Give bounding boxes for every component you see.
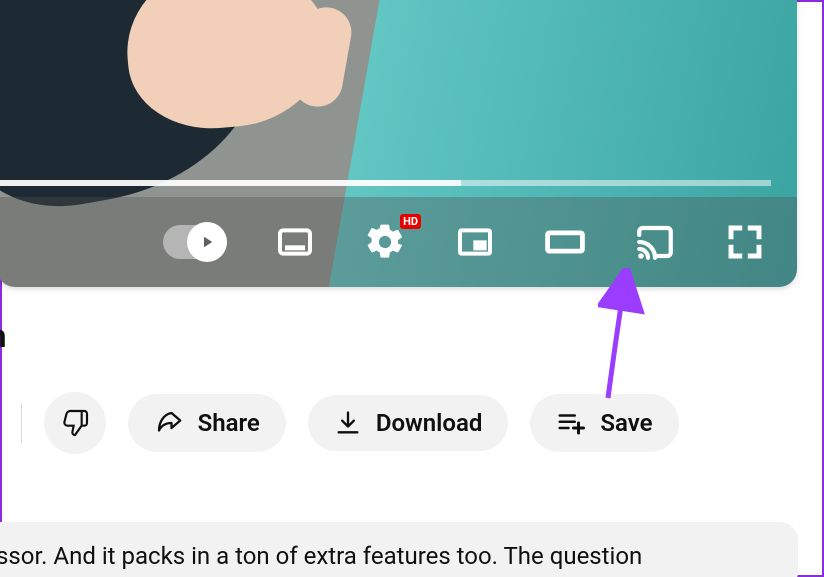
share-button[interactable]: Share [128,394,286,452]
description-card[interactable]: ssor. And it packs in a ton of extra fea… [0,522,798,577]
subtitles-button[interactable] [273,220,317,264]
fullscreen-button[interactable] [723,220,767,264]
download-icon [334,409,362,437]
miniplayer-icon [455,222,495,262]
cast-icon [634,221,676,263]
fullscreen-icon [724,221,766,263]
save-label: Save [600,409,652,437]
share-icon [154,408,184,438]
video-title-fragment: sh [0,317,6,355]
autoplay-toggle[interactable] [163,225,227,259]
video-player[interactable]: HD [0,0,797,287]
share-label: Share [198,409,260,437]
cast-button[interactable] [633,220,677,264]
miniplayer-button[interactable] [453,220,497,264]
theater-icon [543,220,587,264]
hd-badge: HD [400,214,421,229]
save-button[interactable]: Save [530,394,678,452]
annotation-arrow [598,268,658,408]
subtitles-icon [275,222,315,262]
like-dislike-divider [21,403,22,443]
progress-bar[interactable] [0,180,771,186]
play-icon [198,233,216,251]
description-fragment: ssor. And it packs in a ton of extra fea… [0,542,642,570]
download-label: Download [376,409,483,437]
progress-fill [0,180,461,186]
thumb-down-icon [59,407,91,439]
settings-button[interactable]: HD [363,220,407,264]
download-button[interactable]: Download [308,395,509,451]
screenshot-frame: HD [0,0,824,577]
player-controls: HD [0,197,797,287]
action-row: 2 Share Download Save [0,392,679,454]
autoplay-knob [187,222,227,262]
playlist-add-icon [556,408,586,438]
theater-mode-button[interactable] [543,220,587,264]
dislike-button[interactable] [44,392,106,454]
